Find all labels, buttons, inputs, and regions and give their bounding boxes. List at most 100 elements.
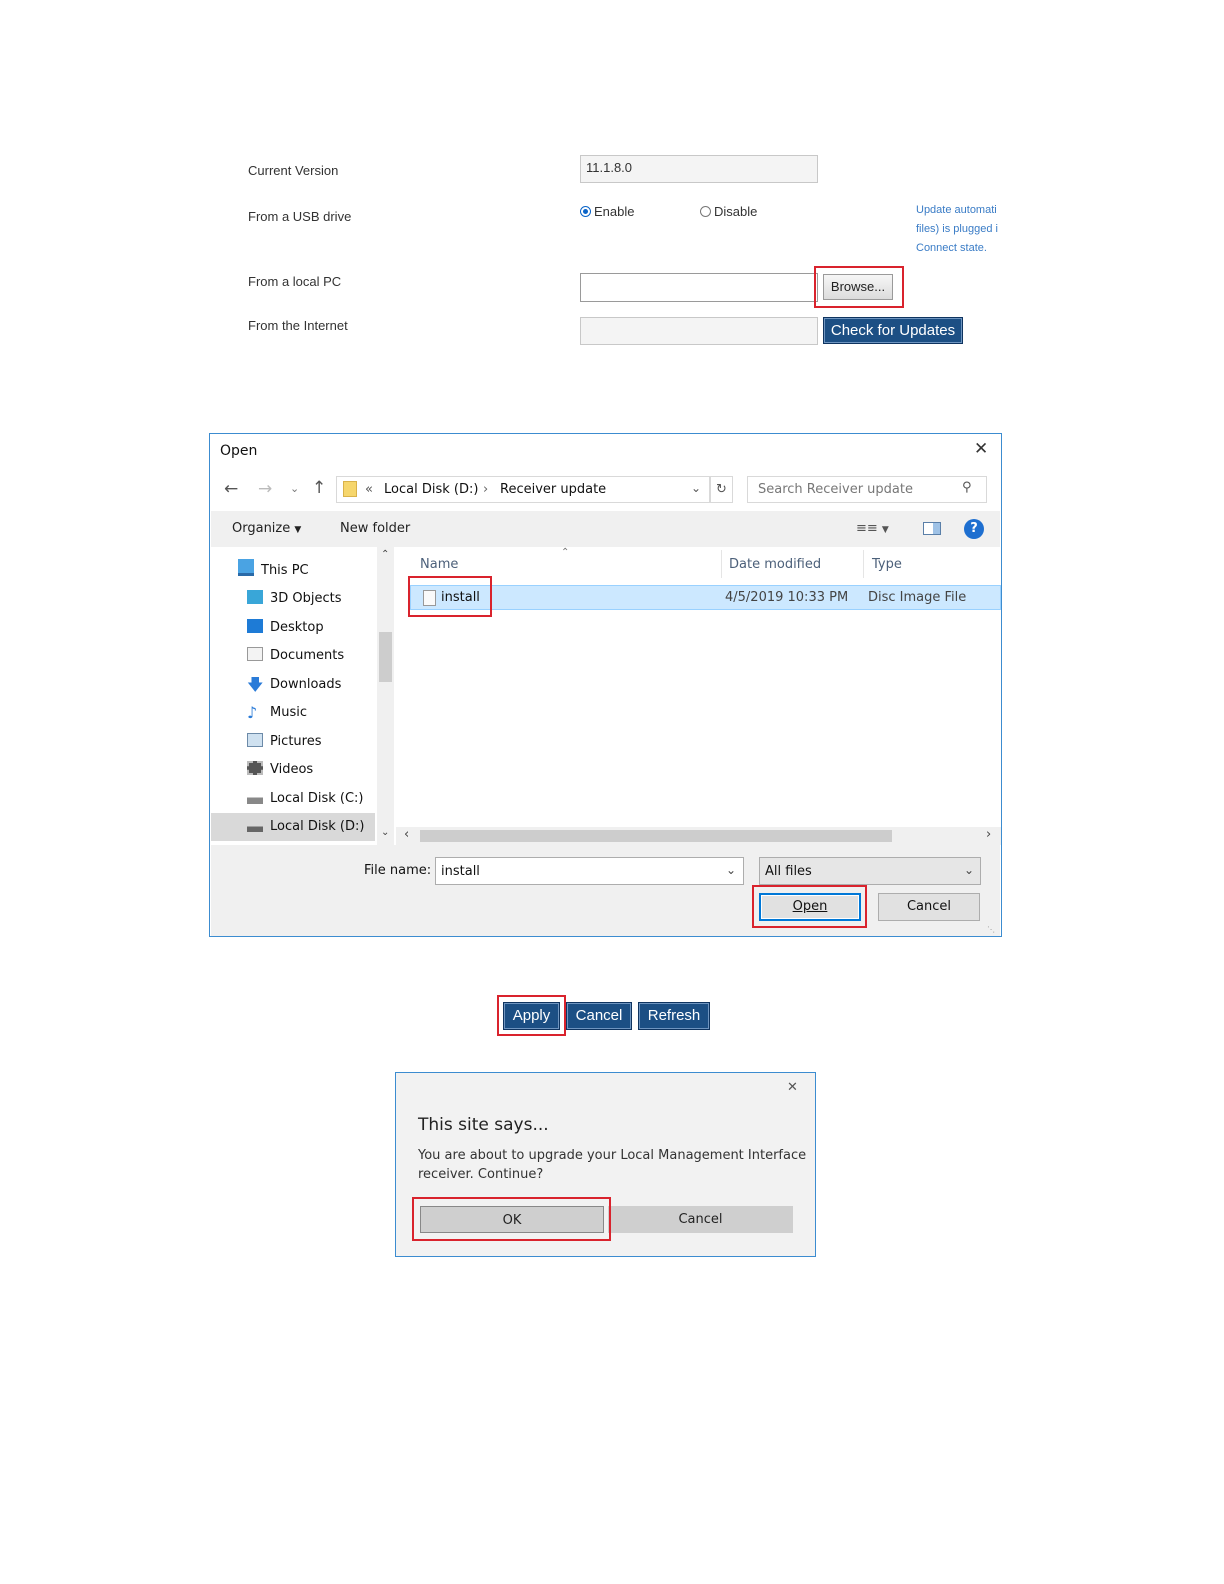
dialog-footer: File name: install ⌄ All files ⌄ Open Ca… xyxy=(211,845,1000,936)
scroll-left-icon[interactable]: ‹ xyxy=(404,827,409,842)
tree-item-music[interactable]: ♪ Music xyxy=(247,699,307,727)
tree-item-local-disk-c[interactable]: Local Disk (C:) xyxy=(247,785,363,813)
view-options-icon[interactable]: ≡≡ ▼ xyxy=(856,521,889,536)
confirm-message-line: You are about to upgrade your Local Mana… xyxy=(418,1148,807,1163)
chevron-down-icon: ⌄ xyxy=(964,863,975,877)
computer-icon xyxy=(238,559,254,576)
music-icon: ♪ xyxy=(247,703,258,722)
local-pc-label: From a local PC xyxy=(248,274,342,289)
cancel-button[interactable]: Cancel xyxy=(566,1002,632,1030)
pictures-icon xyxy=(247,733,263,747)
column-divider xyxy=(863,550,864,578)
file-date: 4/5/2019 10:33 PM xyxy=(725,590,849,605)
breadcrumb-local-disk-d[interactable]: Local Disk (D:) xyxy=(384,482,478,497)
refresh-button[interactable]: Refresh xyxy=(638,1002,710,1030)
local-pc-file-field[interactable] xyxy=(580,273,818,302)
column-header-name[interactable]: Name xyxy=(420,557,458,572)
confirm-cancel-button[interactable]: Cancel xyxy=(608,1206,793,1233)
video-icon xyxy=(247,761,263,775)
highlight-box xyxy=(814,266,904,308)
dialog-toolbar: Organize ▼ New folder ≡≡ ▼ ? xyxy=(211,511,1000,547)
organize-label: Organize xyxy=(232,521,291,536)
address-dropdown-icon[interactable]: ⌄ xyxy=(691,481,701,495)
breadcrumb-overflow[interactable]: « xyxy=(365,482,373,497)
cube-icon xyxy=(247,590,263,604)
search-icon: ⚲ xyxy=(962,480,972,495)
new-folder-button[interactable]: New folder xyxy=(340,521,410,536)
drive-icon xyxy=(247,818,263,832)
confirm-title: This site says... xyxy=(418,1115,549,1135)
tree-item-label: Downloads xyxy=(270,677,342,692)
usb-note-line: Update automati xyxy=(916,204,997,216)
sort-ascending-icon: ⌃ xyxy=(561,547,570,558)
file-row[interactable]: install 4/5/2019 10:33 PM Disc Image Fil… xyxy=(410,585,1001,610)
tree-item-3d-objects[interactable]: 3D Objects xyxy=(247,585,342,613)
scroll-right-icon[interactable]: › xyxy=(986,827,991,842)
horizontal-scrollbar[interactable]: ‹ › xyxy=(396,827,1001,845)
desktop-icon xyxy=(247,619,263,633)
search-box[interactable]: Search Receiver update ⚲ xyxy=(747,476,987,503)
usb-label: From a USB drive xyxy=(248,209,352,224)
highlight-box xyxy=(408,576,492,617)
file-name-label: File name: xyxy=(364,863,432,878)
open-file-dialog: Open ✕ ← → ⌄ ↑ « Local Disk (D:) › Recei… xyxy=(209,433,1002,937)
dropdown-caret-icon: ▼ xyxy=(294,525,302,535)
navigation-pane: This PC 3D Objects Desktop Documents 🡇 Do… xyxy=(211,547,395,845)
folder-icon xyxy=(343,481,357,497)
organize-menu[interactable]: Organize ▼ xyxy=(232,521,301,536)
file-name-combobox[interactable]: install ⌄ xyxy=(435,857,744,885)
forward-arrow-icon[interactable]: → xyxy=(258,479,272,499)
document-icon xyxy=(247,647,263,661)
usb-disable-radio[interactable]: Disable xyxy=(700,203,757,221)
usb-note: Update automati files) is plugged i Conn… xyxy=(916,201,1002,258)
internet-field xyxy=(580,317,818,345)
tree-item-label: Documents xyxy=(270,648,345,663)
confirm-message-line: receiver. Continue? xyxy=(418,1167,544,1182)
tree-item-local-disk-d[interactable]: Local Disk (D:) xyxy=(247,813,364,841)
tree-item-downloads[interactable]: 🡇 Downloads xyxy=(247,671,341,699)
scrollbar-thumb[interactable] xyxy=(379,632,392,682)
highlight-box xyxy=(412,1197,611,1241)
dialog-cancel-button[interactable]: Cancel xyxy=(878,893,980,921)
tree-item-label: This PC xyxy=(261,563,309,578)
current-version-label: Current Version xyxy=(248,163,339,178)
usb-note-line: Connect state. xyxy=(916,242,987,254)
radio-unchecked-icon xyxy=(700,206,711,217)
up-arrow-icon[interactable]: ↑ xyxy=(312,478,326,498)
tree-item-label: Music xyxy=(270,705,307,720)
confirm-message: You are about to upgrade your Local Mana… xyxy=(418,1146,806,1184)
chevron-down-icon: ⌄ xyxy=(726,863,737,877)
preview-pane-icon[interactable] xyxy=(923,522,941,535)
column-header-date[interactable]: Date modified xyxy=(729,557,821,572)
column-header-type[interactable]: Type xyxy=(872,557,902,572)
check-updates-button[interactable]: Check for Updates xyxy=(823,317,963,344)
tree-scrollbar[interactable]: ⌃ ⌄ xyxy=(377,547,394,845)
back-arrow-icon[interactable]: ← xyxy=(224,479,238,499)
breadcrumb-receiver-update[interactable]: Receiver update xyxy=(500,482,606,497)
close-icon[interactable]: ✕ xyxy=(787,1080,798,1095)
tree-item-label: Local Disk (C:) xyxy=(270,791,364,806)
scrollbar-thumb[interactable] xyxy=(420,830,892,842)
resize-grip-icon[interactable]: ⋱ xyxy=(987,925,995,934)
address-bar[interactable]: « Local Disk (D:) › Receiver update ⌄ xyxy=(336,476,710,503)
usb-enable-radio[interactable]: Enable xyxy=(580,203,634,221)
usb-disable-label: Disable xyxy=(714,204,758,219)
recent-locations-chevron-icon[interactable]: ⌄ xyxy=(290,482,299,495)
close-icon[interactable]: ✕ xyxy=(974,439,988,459)
search-placeholder: Search Receiver update xyxy=(758,482,913,497)
tree-item-pictures[interactable]: Pictures xyxy=(247,728,321,756)
scroll-up-icon[interactable]: ⌃ xyxy=(381,549,389,560)
help-icon[interactable]: ? xyxy=(964,519,984,539)
usb-note-line: files) is plugged i xyxy=(916,223,998,235)
radio-checked-icon xyxy=(580,206,591,217)
file-type-filter[interactable]: All files ⌄ xyxy=(759,857,981,885)
download-icon: 🡇 xyxy=(247,675,264,694)
scroll-down-icon[interactable]: ⌄ xyxy=(381,827,389,838)
tree-item-label: 3D Objects xyxy=(270,591,342,606)
tree-item-videos[interactable]: Videos xyxy=(247,756,313,784)
current-version-field: 11.1.8.0 xyxy=(580,155,818,183)
tree-item-desktop[interactable]: Desktop xyxy=(247,614,324,642)
tree-item-this-pc[interactable]: This PC xyxy=(238,557,309,585)
refresh-icon[interactable]: ↻ xyxy=(710,476,733,503)
tree-item-documents[interactable]: Documents xyxy=(247,642,344,670)
